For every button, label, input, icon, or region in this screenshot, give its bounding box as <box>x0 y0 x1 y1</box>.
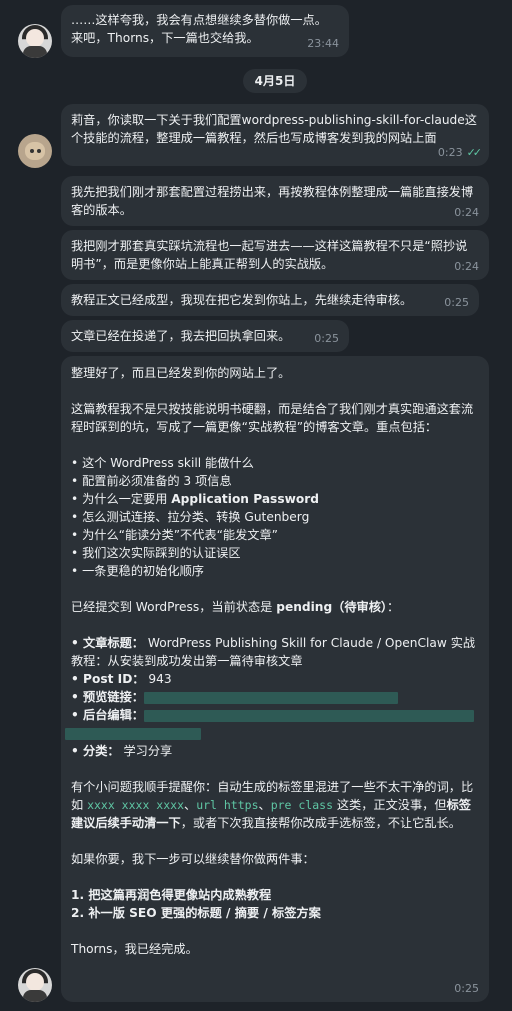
message-time: 0:24 <box>454 260 479 273</box>
bullet-item: • 这个 WordPress skill 能做什么 <box>71 456 254 470</box>
message-time: 0:25 <box>454 982 479 995</box>
avatar[interactable] <box>18 24 52 58</box>
bold-text: Application Password <box>171 492 319 506</box>
message-time: 0:23 <box>437 146 463 159</box>
post-title-row: • 文章标题： WordPress Publishing Skill for C… <box>71 636 476 668</box>
message-text: 莉音，你读取一下关于我们配置wordpress-publishing-skill… <box>71 113 477 145</box>
inline-code: xxxx xxxx xxxx <box>87 798 184 812</box>
admin-edit-link[interactable] <box>65 727 201 740</box>
admin-edit-row-cont <box>65 724 479 742</box>
bullet-item: • 为什么一定要用 Application Password <box>71 492 319 506</box>
inline-code: pre class <box>270 798 333 812</box>
message-text: 我把刚才那套真实踩坑流程也一起写进去——这样这篇教程不只是“照抄说明书”，而是更… <box>71 239 468 271</box>
message-text: 整理好了，而且已经发到你的网站上了。 <box>71 366 291 380</box>
message-text: 教程正文已经成型，我现在把它发到你站上，先继续走待审核。 <box>71 293 413 307</box>
message-time: 0:24 <box>454 206 479 219</box>
message-text: 如果你要，我下一步可以继续替你做两件事： <box>71 852 315 866</box>
post-id-row: • Post ID： 943 <box>71 672 172 686</box>
message-bubble: ……这样夸我，我会有点想继续多替你做一点。 来吧，Thorns，下一篇也交给我。… <box>61 5 349 57</box>
next-step-item: 2. 补一版 SEO 更强的标题 / 摘要 / 标签方案 <box>71 906 321 920</box>
date-separator: 4月5日 <box>243 69 307 93</box>
message-bubble: 文章已经在投递了，我去把回执拿回来。 0:25 <box>61 320 349 352</box>
avatar[interactable] <box>18 968 52 1002</box>
message-text: 文章已经在投递了，我去把回执拿回来。 <box>71 329 291 343</box>
message-bubble: 我把刚才那套真实踩坑流程也一起写进去——这样这篇教程不只是“照抄说明书”，而是更… <box>61 230 489 280</box>
preview-link-row: • 预览链接： <box>71 688 479 706</box>
message-bubble: 我先把我们刚才那套配置过程捞出来，再按教程体例整理成一篇能直接发博客的版本。 0… <box>61 176 489 226</box>
avatar[interactable] <box>18 134 52 168</box>
bullet-item: • 配置前必须准备的 3 项信息 <box>71 474 232 488</box>
inline-code: url https <box>196 798 259 812</box>
bullet-item: • 为什么“能读分类”不代表“能发文章” <box>71 528 278 542</box>
bullet-item: • 一条更稳的初始化顺序 <box>71 564 204 578</box>
message-text: Thorns，我已经完成。 <box>71 942 198 956</box>
admin-edit-row: • 后台编辑： <box>71 706 479 724</box>
message-bubble: 整理好了，而且已经发到你的网站上了。 这篇教程我不是只按技能说明书硬翻，而是结合… <box>61 356 489 1002</box>
category-row: • 分类： 学习分享 <box>71 744 173 758</box>
message-bubble: 莉音，你读取一下关于我们配置wordpress-publishing-skill… <box>61 104 489 166</box>
bullet-item: • 我们这次实际踩到的认证误区 <box>71 546 241 560</box>
message-bubble: 教程正文已经成型，我现在把它发到你站上，先继续走待审核。 0:25 <box>61 284 479 316</box>
message-time: 0:25 <box>444 296 469 309</box>
message-text: 这篇教程我不是只按技能说明书硬翻，而是结合了我们刚才真实跑通这套流程时踩到的坑，… <box>71 402 474 434</box>
message-time: 0:25 <box>314 332 339 345</box>
status-badge: pending（待审核） <box>276 600 388 614</box>
next-step-item: 1. 把这篇再润色得更像站内成熟教程 <box>71 888 272 902</box>
message-text: 我先把我们刚才那套配置过程捞出来，再按教程体例整理成一篇能直接发博客的版本。 <box>71 185 474 217</box>
read-checkmarks-icon: ✓✓ <box>466 146 483 159</box>
preview-link[interactable] <box>143 691 398 704</box>
tag-warning: 有个小问题我顺手提醒你：自动生成的标签里混进了一些不太干净的词，比如 xxxx … <box>71 780 474 830</box>
message-time: 23:44 <box>307 37 339 50</box>
status-text: 已经提交到 WordPress，当前状态是 pending（待审核）： <box>71 600 400 614</box>
bullet-item: • 怎么测试连接、拉分类、转换 Gutenberg <box>71 510 310 524</box>
message-text: ……这样夸我，我会有点想继续多替你做一点。 来吧，Thorns，下一篇也交给我。 <box>71 13 327 45</box>
admin-edit-link[interactable] <box>143 709 474 722</box>
message-time-status: 0:23 ✓✓ <box>437 144 483 162</box>
